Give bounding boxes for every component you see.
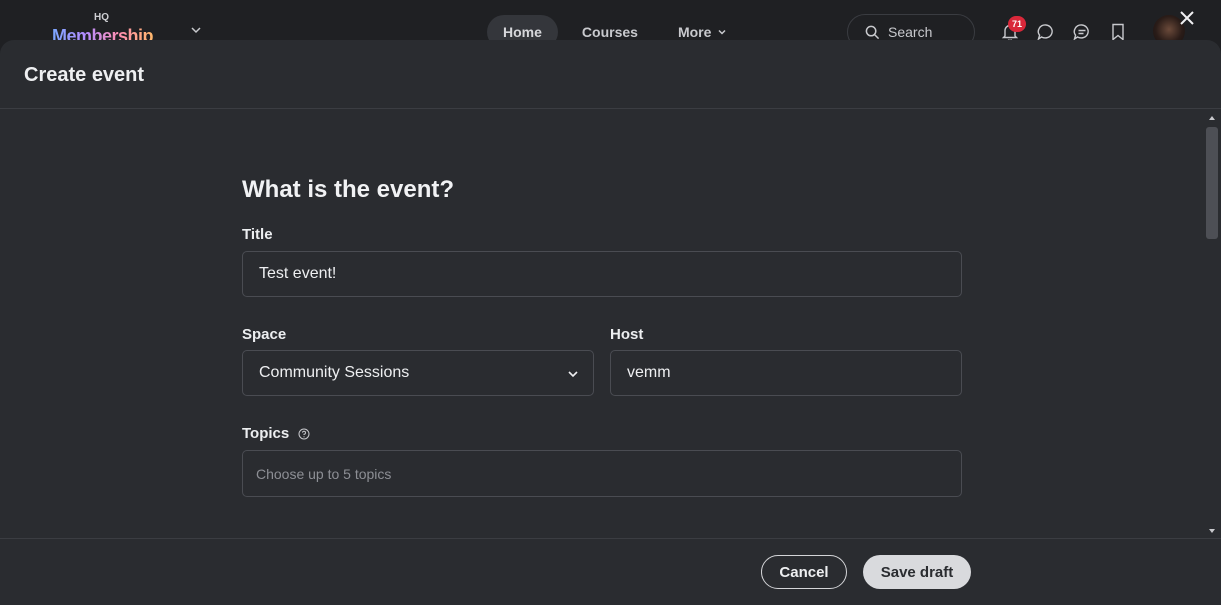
help-circle-icon[interactable]	[298, 428, 310, 440]
host-input-value: vemm	[627, 364, 671, 381]
notification-badge: 71	[1008, 16, 1026, 32]
title-label: Title	[242, 226, 273, 243]
host-label: Host	[610, 326, 644, 343]
host-input[interactable]: vemm	[610, 350, 962, 396]
scroll-up-arrow-icon[interactable]	[1208, 114, 1216, 122]
topics-label: Topics	[242, 425, 290, 442]
tab-home-label: Home	[503, 24, 542, 40]
cancel-button[interactable]: Cancel	[761, 555, 847, 589]
membership-logo[interactable]: HQ Membership	[52, 12, 170, 46]
bookmark-icon[interactable]	[1108, 22, 1128, 42]
modal-title: Create event	[24, 64, 145, 86]
scroll-down-arrow-icon[interactable]	[1208, 527, 1216, 535]
vertical-scrollbar[interactable]	[1203, 109, 1221, 538]
topics-input[interactable]: Choose up to 5 topics	[242, 450, 962, 497]
space-select[interactable]: Community Sessions	[242, 350, 594, 396]
search-label: Search	[888, 24, 933, 40]
tab-courses-label: Courses	[581, 24, 638, 40]
space-select-value: Community Sessions	[259, 364, 410, 381]
search-icon	[865, 25, 880, 39]
save-draft-button[interactable]: Save draft	[863, 555, 971, 589]
close-icon[interactable]	[1178, 9, 1196, 27]
section-heading: What is the event?	[242, 176, 455, 203]
modal-footer: Cancel Save draft	[0, 538, 1221, 605]
logo-hq-text: HQ	[94, 12, 109, 23]
title-input-value: Test event!	[259, 265, 337, 282]
create-event-modal: Create event What is the event? Title Te…	[0, 40, 1221, 605]
chevron-down-icon	[718, 29, 726, 35]
chevron-down-icon[interactable]	[190, 24, 202, 36]
chat-bubble-icon[interactable]	[1036, 22, 1056, 42]
title-input[interactable]: Test event!	[242, 251, 962, 297]
topics-placeholder: Choose up to 5 topics	[256, 465, 392, 482]
chevron-down-icon	[568, 371, 578, 378]
modal-header: Create event	[0, 40, 1221, 109]
space-label: Space	[242, 326, 287, 343]
modal-body: What is the event? Title Test event! Spa…	[0, 109, 1203, 538]
messages-icon[interactable]	[1072, 22, 1092, 42]
scroll-thumb[interactable]	[1206, 127, 1218, 239]
tab-more-label: More	[677, 24, 712, 40]
